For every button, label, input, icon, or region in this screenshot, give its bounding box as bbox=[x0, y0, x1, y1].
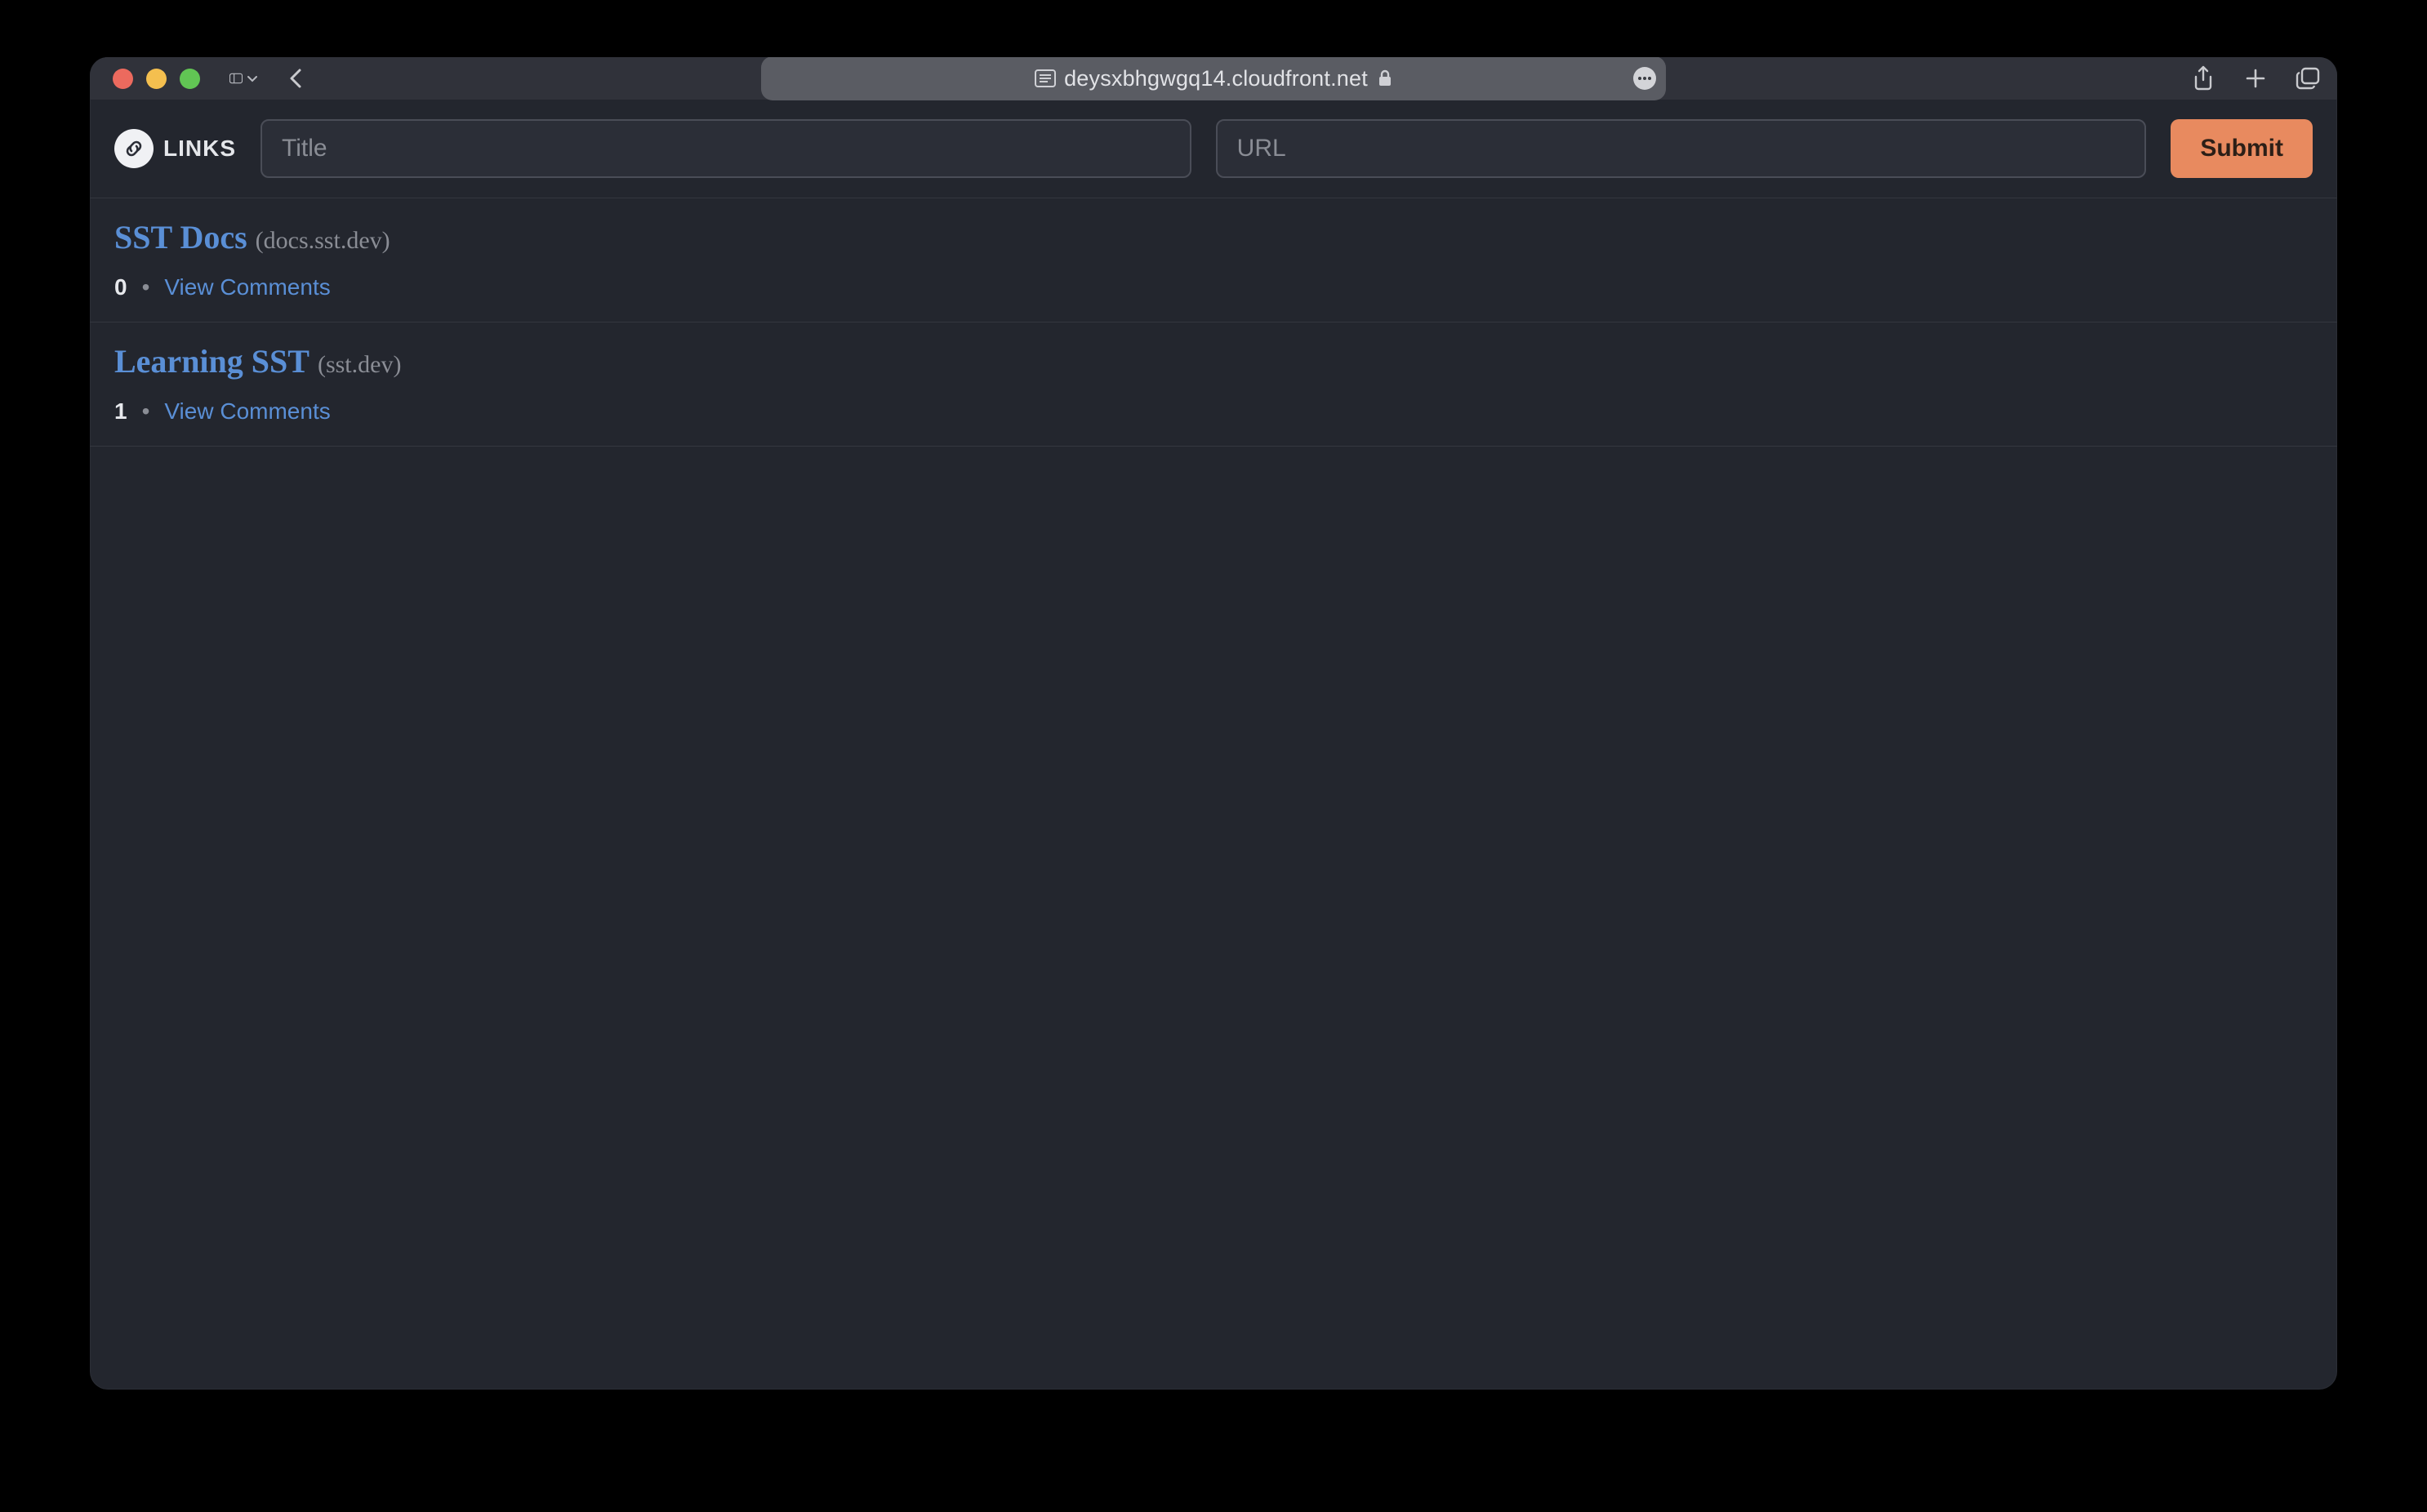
tab-overview-button[interactable] bbox=[2293, 64, 2322, 93]
url-input[interactable] bbox=[1216, 119, 2147, 178]
chevron-down-icon bbox=[246, 72, 259, 85]
app-logo[interactable]: LINKS bbox=[114, 129, 236, 168]
minimize-window-button[interactable] bbox=[146, 69, 167, 89]
browser-chrome: deysxbhgwgq14.cloudfront.net bbox=[90, 57, 2337, 100]
post-domain: (sst.dev) bbox=[318, 351, 401, 379]
post-title-link[interactable]: SST Docs bbox=[114, 218, 247, 256]
reader-mode-icon bbox=[1035, 69, 1056, 87]
comment-count: 1 bbox=[114, 398, 127, 425]
fullscreen-window-button[interactable] bbox=[180, 69, 200, 89]
view-comments-link[interactable]: View Comments bbox=[164, 274, 330, 300]
new-tab-button[interactable] bbox=[2241, 64, 2270, 93]
tabs-icon bbox=[2296, 67, 2320, 90]
ellipsis-icon bbox=[1638, 77, 1651, 80]
posts-list: SST Docs (docs.sst.dev) 0 • View Comment… bbox=[90, 198, 2337, 1390]
sidebar-icon bbox=[229, 68, 243, 89]
submit-button[interactable]: Submit bbox=[2171, 119, 2313, 178]
title-input[interactable] bbox=[261, 119, 1191, 178]
plus-icon bbox=[2245, 68, 2266, 89]
post-item: SST Docs (docs.sst.dev) 0 • View Comment… bbox=[90, 198, 2337, 322]
comment-count: 0 bbox=[114, 274, 127, 300]
window-controls bbox=[113, 69, 200, 89]
post-item: Learning SST (sst.dev) 1 • View Comments bbox=[90, 322, 2337, 447]
close-window-button[interactable] bbox=[113, 69, 133, 89]
page-actions-button[interactable] bbox=[1633, 67, 1656, 90]
address-url: deysxbhgwgq14.cloudfront.net bbox=[1064, 66, 1368, 91]
app-header: LINKS Submit bbox=[90, 100, 2337, 198]
address-bar[interactable]: deysxbhgwgq14.cloudfront.net bbox=[761, 57, 1666, 100]
view-comments-link[interactable]: View Comments bbox=[164, 398, 330, 425]
app-brand-text: LINKS bbox=[163, 136, 236, 162]
meta-separator: • bbox=[142, 398, 150, 425]
post-title-link[interactable]: Learning SST bbox=[114, 342, 309, 380]
post-domain: (docs.sst.dev) bbox=[256, 227, 390, 255]
share-button[interactable] bbox=[2189, 64, 2218, 93]
chevron-left-icon bbox=[288, 67, 305, 90]
share-icon bbox=[2192, 65, 2215, 91]
sidebar-toggle-button[interactable] bbox=[229, 64, 259, 93]
browser-window: deysxbhgwgq14.cloudfront.net bbox=[90, 57, 2337, 1390]
address-text: deysxbhgwgq14.cloudfront.net bbox=[1064, 66, 1392, 91]
chrome-right-controls bbox=[2189, 64, 2322, 93]
meta-separator: • bbox=[142, 274, 150, 300]
lock-icon bbox=[1378, 69, 1392, 87]
link-icon bbox=[114, 129, 154, 168]
back-button[interactable] bbox=[282, 64, 311, 93]
